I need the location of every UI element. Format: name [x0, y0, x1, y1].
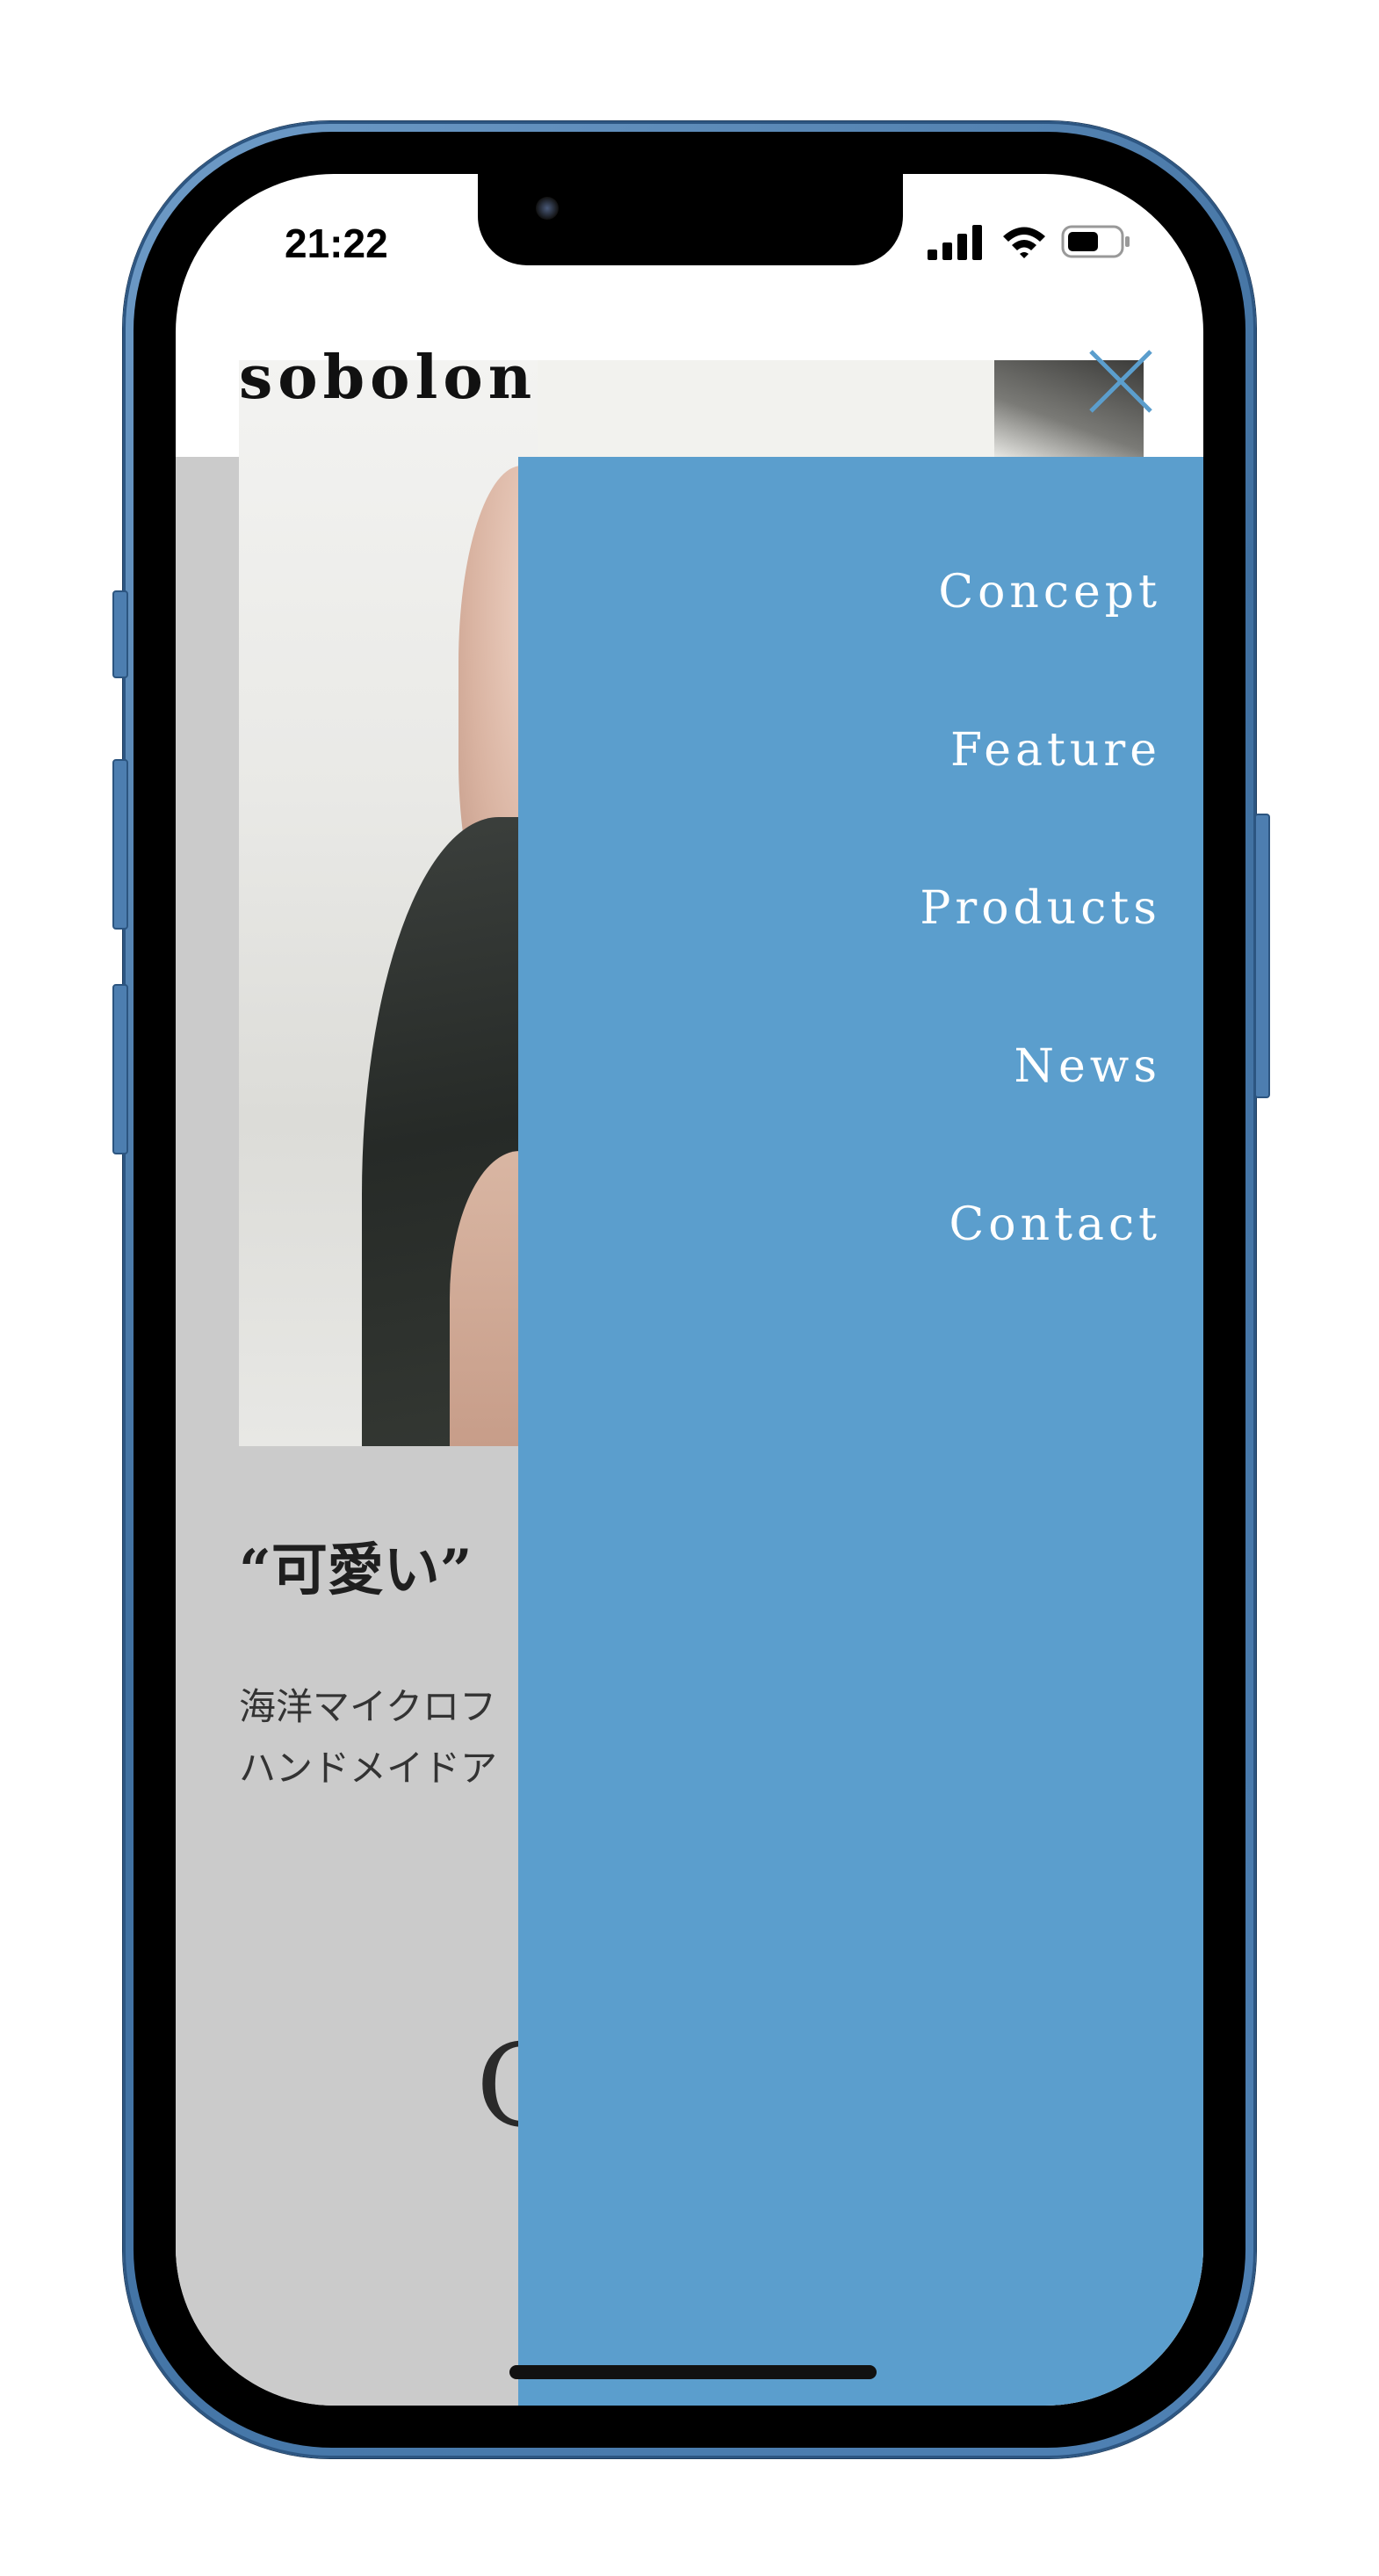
status-time: 21:22	[285, 221, 388, 266]
notch	[478, 174, 903, 265]
status-icons	[928, 221, 1138, 265]
home-indicator[interactable]	[509, 2365, 877, 2379]
site-logo[interactable]: sobolon	[239, 343, 537, 413]
menu-item-news[interactable]: News	[1014, 1040, 1161, 1093]
menu-item-products[interactable]: Products	[920, 882, 1161, 935]
menu-item-feature[interactable]: Feature	[950, 724, 1161, 777]
menu-item-contact[interactable]: Contact	[949, 1198, 1161, 1251]
battery-icon	[1061, 225, 1130, 258]
wifi-icon	[1003, 227, 1045, 258]
silent-switch	[112, 590, 128, 678]
menu-item-concept[interactable]: Concept	[938, 566, 1161, 619]
volume-down-button	[112, 984, 128, 1154]
front-camera	[536, 197, 559, 220]
page-headline: “可愛い”	[239, 1538, 473, 1603]
signal-icon	[928, 225, 982, 260]
screen: “可愛い” 海洋マイクロフ ハンドメイドア C sobolon Concept …	[176, 174, 1203, 2406]
close-menu-button[interactable]	[1086, 346, 1156, 416]
power-button	[1254, 814, 1270, 1098]
close-icon	[1089, 350, 1152, 413]
volume-up-button	[112, 759, 128, 930]
nav-menu-panel: Concept Feature Products News Contact	[518, 457, 1203, 2406]
